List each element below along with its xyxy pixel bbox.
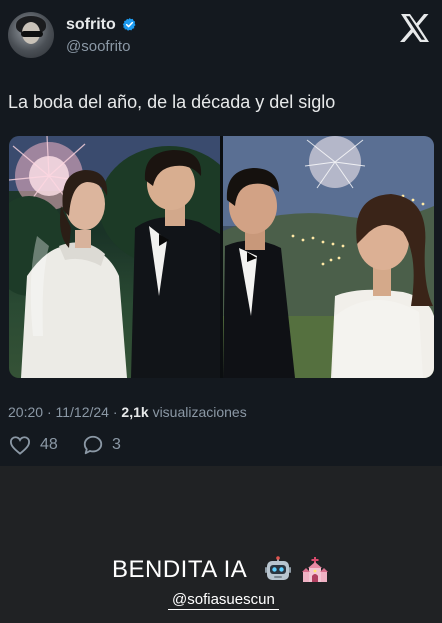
x-logo-icon[interactable]: [399, 12, 431, 44]
story-mention[interactable]: @sofiasuescun: [168, 590, 279, 610]
bride-groom-photo-right: [223, 136, 434, 378]
bride-groom-photo-left: [9, 136, 220, 378]
avatar[interactable]: [8, 12, 54, 58]
meta-separator: ·: [46, 404, 52, 420]
tweet-card[interactable]: sofrito @soofrito La boda del año, de la…: [0, 0, 442, 466]
heart-icon[interactable]: [9, 435, 31, 455]
views-label: visualizaciones: [152, 404, 247, 420]
tweet-meta: 20:20 · 11/12/24 · 2,1k visualizaciones: [8, 404, 247, 420]
reply-count: 3: [112, 436, 121, 453]
verified-badge-icon: [122, 17, 136, 31]
avatar-glasses: [21, 31, 43, 37]
robot-emoji: [265, 556, 291, 580]
tweet-media[interactable]: [9, 136, 434, 378]
media-image-left[interactable]: [9, 136, 220, 378]
story-caption: BENDITA IA: [112, 556, 248, 583]
views-count: 2,1k: [121, 404, 149, 420]
reply-icon[interactable]: [82, 434, 104, 456]
tweet-time[interactable]: 20:20: [8, 404, 43, 420]
author-name[interactable]: sofrito: [66, 16, 116, 34]
meta-separator: ·: [112, 404, 118, 420]
like-count: 48: [40, 436, 58, 453]
author-handle[interactable]: @soofrito: [66, 38, 130, 55]
tweet-text: La boda del año, de la década y del sigl…: [8, 92, 336, 112]
wedding-church-emoji: [302, 557, 328, 582]
media-image-right[interactable]: [223, 136, 434, 378]
tweet-date[interactable]: 11/12/24: [56, 404, 109, 420]
